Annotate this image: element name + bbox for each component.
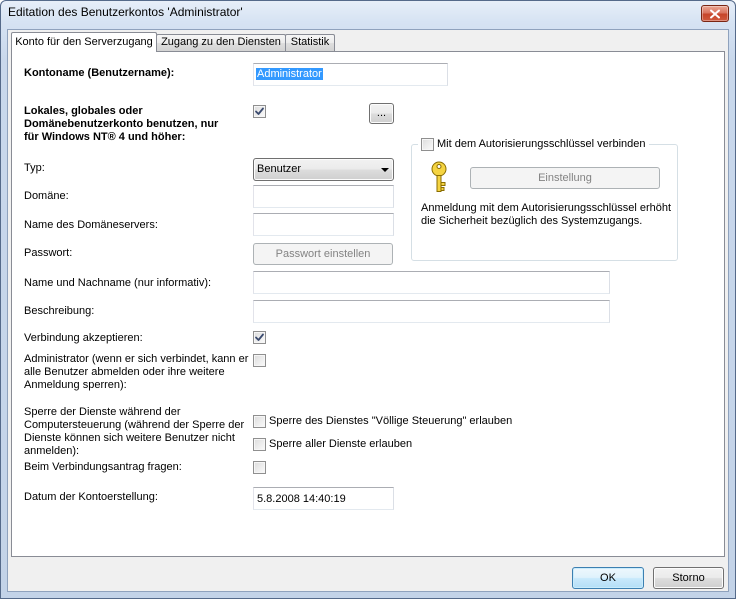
key-icon	[431, 161, 447, 192]
service-lock-label-line: Dienste können sich weitere Benutzer nic…	[24, 432, 235, 444]
service-lock-label-line: Sperre der Dienste während der	[24, 406, 181, 418]
service-lock-label-line: anmelden):	[24, 445, 80, 457]
domain-server-input[interactable]	[253, 213, 394, 236]
type-dropdown[interactable]: Benutzer	[253, 158, 394, 181]
close-icon	[710, 9, 720, 19]
auth-key-groupbox-header: Mit dem Autorisierungsschlüssel verbinde…	[418, 137, 649, 151]
description-input[interactable]	[253, 300, 610, 323]
domain-label: Domäne:	[24, 190, 69, 202]
accept-connection-checkbox[interactable]	[253, 331, 266, 344]
domain-account-label: Lokales, globales oder Domänebenutzerkon…	[24, 105, 218, 144]
ok-button[interactable]: OK	[572, 567, 644, 589]
account-name-value: Administrator	[256, 68, 323, 80]
domain-account-label-line: Lokales, globales oder	[24, 105, 143, 117]
auth-key-description-line: die Sicherheit bezüglich des Systemzugan…	[421, 215, 643, 227]
service-lock-label-line: Computersteuerung (während der Sperre de…	[24, 419, 245, 431]
set-password-button[interactable]: Passwort einstellen	[253, 243, 393, 265]
auth-key-label: Mit dem Autorisierungsschlüssel verbinde…	[437, 138, 646, 150]
accept-connection-label: Verbindung akzeptieren:	[24, 332, 143, 344]
account-name-input[interactable]: Administrator	[253, 63, 448, 86]
domain-server-label: Name des Domäneservers:	[24, 219, 158, 231]
domain-account-label-line: für Windows NT® 4 und höher:	[24, 131, 186, 143]
auth-key-settings-button[interactable]: Einstellung	[470, 167, 660, 189]
administrator-label-line: Administrator (wenn er sich verbindet, k…	[24, 353, 249, 365]
type-dropdown-value: Benutzer	[257, 163, 302, 175]
lock-all-services-checkbox[interactable]	[253, 438, 266, 451]
administrator-label-line: alle Benutzer abmelden oder ihre weitere	[24, 366, 225, 378]
description-label: Beschreibung:	[24, 305, 95, 317]
account-name-label: Kontoname (Benutzername):	[24, 67, 175, 79]
administrator-checkbox[interactable]	[253, 354, 266, 367]
domain-account-checkbox[interactable]	[253, 105, 266, 118]
domain-account-label-line: Domänebenutzerkonto benutzen, nur	[24, 118, 219, 130]
close-button[interactable]	[701, 5, 729, 22]
ask-on-connect-label: Beim Verbindungsantrag fragen:	[24, 461, 182, 473]
tab-account[interactable]: Konto für den Serverzugang	[11, 32, 157, 52]
lock-all-services-label[interactable]: Sperre aller Dienste erlauben	[269, 438, 412, 451]
auth-key-description: Anmeldung mit dem Autorisierungsschlüsse…	[421, 202, 671, 228]
checkmark-icon	[255, 107, 264, 115]
administrator-label-line: Anmeldung sperren):	[24, 379, 127, 391]
browse-button[interactable]: ...	[369, 103, 394, 124]
tab-statistics[interactable]: Statistik	[285, 34, 335, 51]
window-title: Editation des Benutzerkontos 'Administra…	[8, 5, 243, 19]
lock-full-control-label[interactable]: Sperre des Dienstes "Völlige Steuerung" …	[269, 415, 512, 428]
domain-input[interactable]	[253, 185, 394, 208]
lock-full-control-checkbox[interactable]	[253, 415, 266, 428]
created-date-field[interactable]	[253, 487, 394, 510]
auth-key-checkbox[interactable]	[421, 137, 434, 151]
tab-services[interactable]: Zugang zu den Diensten	[156, 34, 286, 51]
chevron-down-icon	[381, 168, 389, 172]
cancel-button[interactable]: Storno	[653, 567, 724, 589]
type-label: Typ:	[24, 162, 45, 174]
password-label: Passwort:	[24, 247, 73, 259]
full-name-label: Name und Nachname (nur informativ):	[24, 277, 212, 289]
administrator-label: Administrator (wenn er sich verbindet, k…	[24, 353, 248, 392]
service-lock-label: Sperre der Dienste während der Computers…	[24, 406, 244, 458]
checkmark-icon	[255, 333, 264, 341]
full-name-input[interactable]	[253, 271, 610, 294]
ask-on-connect-checkbox[interactable]	[253, 461, 266, 474]
auth-key-description-line: Anmeldung mit dem Autorisierungsschlüsse…	[421, 202, 672, 214]
dialog-window: Editation des Benutzerkontos 'Administra…	[0, 0, 736, 599]
created-date-label: Datum der Kontoerstellung:	[24, 491, 158, 503]
